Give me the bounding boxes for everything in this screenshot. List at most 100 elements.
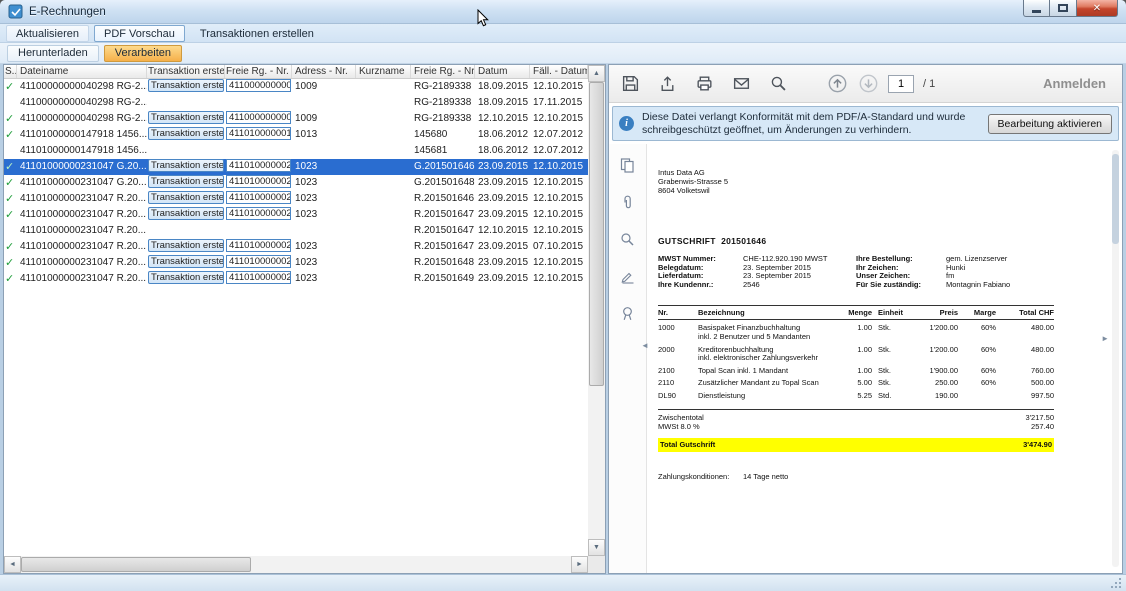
search-panel-icon[interactable] (617, 228, 639, 250)
freie-rg-nr-field[interactable]: 411010000002... (226, 191, 291, 204)
pdf-scroll-thumb[interactable] (1112, 154, 1119, 244)
check-icon: ✓ (5, 207, 16, 223)
transaktion-erstellen-button[interactable]: Transaktion erstel... (148, 239, 224, 252)
item-description: Topal Scan inkl. 1 Mandant (698, 367, 836, 376)
herunterladen-button[interactable]: Herunterladen (7, 45, 99, 62)
column-header[interactable]: Transaktion erste... (147, 65, 225, 78)
status-cell: ✓ (4, 191, 17, 207)
column-header[interactable]: Fäll. - Datum (530, 65, 588, 78)
next-page-icon[interactable] (857, 73, 879, 95)
column-header[interactable]: S... (4, 65, 17, 78)
bearbeitung-aktivieren-button[interactable]: Bearbeitung aktivieren (988, 114, 1112, 134)
column-header[interactable]: Freie Rg. - Nr. (411, 65, 475, 78)
payment-terms: Zahlungskonditionen: 14 Tage netto (658, 472, 1054, 481)
faelligkeit-cell: 17.11.2015 (530, 95, 588, 111)
save-icon[interactable] (619, 73, 641, 95)
column-header[interactable]: Dateiname (17, 65, 147, 78)
scroll-down-icon[interactable]: ▼ (588, 539, 605, 556)
resize-grip[interactable] (1119, 578, 1121, 580)
freie-rg-nr-field[interactable]: 411000000000... (226, 111, 291, 124)
transaktion-erstellen-button[interactable]: Transaktion erstel... (148, 271, 224, 284)
table-row[interactable]: ✓41100000000040298 RG-2...Transaktion er… (4, 79, 588, 95)
transaktion-erstellen-button[interactable]: Transaktion erstel... (148, 79, 224, 92)
table-row[interactable]: ✓41101000000231047 G.20...Transaktion er… (4, 175, 588, 191)
table-vertical-scrollbar[interactable]: ▲ ▼ (588, 65, 605, 556)
column-header[interactable]: Freie Rg. - Nr. (225, 65, 292, 78)
table-horizontal-scrollbar[interactable]: ◄ ► (4, 556, 588, 573)
verarbeiten-button[interactable]: Verarbeiten (104, 45, 182, 62)
anmelden-link[interactable]: Anmelden (1043, 76, 1112, 91)
item-nr: 2110 (658, 379, 698, 388)
freie-rg-cell: 411010000002... (225, 191, 292, 207)
scroll-up-icon[interactable]: ▲ (588, 65, 605, 82)
column-header[interactable]: Adress - Nr. (292, 65, 356, 78)
table-row[interactable]: ✓41101000000147918 1456...Transaktion er… (4, 127, 588, 143)
upload-icon[interactable] (656, 73, 678, 95)
freie-rg-nr-field[interactable]: 411000000000... (226, 79, 291, 92)
scroll-left-icon[interactable]: ◄ (4, 556, 21, 573)
transaktion-erstellen-button[interactable]: Transaktion erstel... (148, 175, 224, 188)
freie-rg-nr-field[interactable]: 411010000002... (226, 255, 291, 268)
vertical-scroll-thumb[interactable] (589, 82, 604, 386)
email-icon[interactable] (730, 73, 752, 95)
table-row[interactable]: 41101000000147918 1456...14568118.06.201… (4, 143, 588, 159)
tab-transaktionen-erstellen[interactable]: Transaktionen erstellen (190, 25, 324, 42)
attachments-icon[interactable] (617, 191, 639, 213)
adress-nr-cell: 1023 (292, 191, 356, 207)
freie-rg-nr2-cell: G.201501646 (411, 159, 475, 175)
freie-rg-nr-field[interactable]: 411010000001... (226, 127, 291, 140)
horizontal-scroll-thumb[interactable] (21, 557, 251, 572)
table-row[interactable]: ✓41101000000231047 R.20...Transaktion er… (4, 191, 588, 207)
freie-rg-nr-field[interactable]: 411010000002... (226, 159, 291, 172)
table-row[interactable]: ✓41101000000231047 R.20...Transaktion er… (4, 255, 588, 271)
panel-collapse-arrow[interactable]: ► (1101, 334, 1109, 343)
freie-rg-nr-field[interactable]: 411010000002... (226, 207, 291, 220)
item-description-line: Topal Scan inkl. 1 Mandant (698, 367, 836, 376)
status-cell: ✓ (4, 175, 17, 191)
transaktion-erstellen-button[interactable]: Transaktion erstel... (148, 159, 224, 172)
freie-rg-nr-field[interactable]: 411010000002... (226, 239, 291, 252)
table-row[interactable]: ✓41101000000231047 R.20...Transaktion er… (4, 207, 588, 223)
transaktion-erstellen-button[interactable]: Transaktion erstel... (148, 127, 224, 140)
transaktion-erstellen-button[interactable]: Transaktion erstel... (148, 207, 224, 220)
check-icon: ✓ (5, 159, 16, 175)
signature-icon[interactable] (617, 265, 639, 287)
transaktion-erstellen-button[interactable]: Transaktion erstel... (148, 191, 224, 204)
page-number-input[interactable] (888, 75, 914, 93)
certificate-icon[interactable] (617, 302, 639, 324)
close-button[interactable]: ✕ (1077, 0, 1118, 17)
pages-panel-icon[interactable] (617, 154, 639, 176)
table-row[interactable]: ✓41101000000231047 G.20...Transaktion er… (4, 159, 588, 175)
item-marge (958, 392, 996, 401)
transaktion-cell: Transaktion erstel... (147, 159, 225, 175)
invoice-meta: MWST Nummer:CHE-112.920.190 MWSTBelegdat… (658, 255, 1060, 289)
transaktion-cell: Transaktion erstel... (147, 127, 225, 143)
minimize-button[interactable] (1023, 0, 1050, 17)
freie-rg-nr-field[interactable]: 411010000002... (226, 271, 291, 284)
column-header[interactable]: Datum (475, 65, 530, 78)
table-row[interactable]: ✓41101000000231047 R.20...Transaktion er… (4, 271, 588, 287)
scroll-right-icon[interactable]: ► (571, 556, 588, 573)
table-row[interactable]: ✓41100000000040298 RG-2...Transaktion er… (4, 111, 588, 127)
items-column-header: Marge (958, 308, 996, 317)
transaktion-erstellen-button[interactable]: Transaktion erstel... (148, 111, 224, 124)
pdf-vertical-scrollbar[interactable] (1112, 150, 1119, 567)
column-header[interactable]: Kurzname (356, 65, 411, 78)
faelligkeit-cell: 12.10.2015 (530, 111, 588, 127)
table-row[interactable]: 41100000000040298 RG-2...RG-218933818.09… (4, 95, 588, 111)
print-icon[interactable] (693, 73, 715, 95)
page-navigation: / 1 (826, 73, 935, 95)
items-column-header: Total CHF (996, 308, 1054, 317)
search-icon[interactable] (767, 73, 789, 95)
faelligkeit-cell: 12.07.2012 (530, 143, 588, 159)
adress-nr-cell (292, 223, 356, 239)
tab-aktualisieren[interactable]: Aktualisieren (6, 25, 89, 42)
table-row[interactable]: ✓41101000000231047 R.20...Transaktion er… (4, 239, 588, 255)
sidebar-collapse-arrow[interactable]: ◄ (641, 341, 649, 350)
tab-pdf-vorschau[interactable]: PDF Vorschau (94, 25, 185, 42)
previous-page-icon[interactable] (826, 73, 848, 95)
maximize-button[interactable] (1050, 0, 1077, 17)
freie-rg-nr-field[interactable]: 411010000002... (226, 175, 291, 188)
table-row[interactable]: 41101000000231047 R.20...R.20150164712.1… (4, 223, 588, 239)
transaktion-erstellen-button[interactable]: Transaktion erstel... (148, 255, 224, 268)
